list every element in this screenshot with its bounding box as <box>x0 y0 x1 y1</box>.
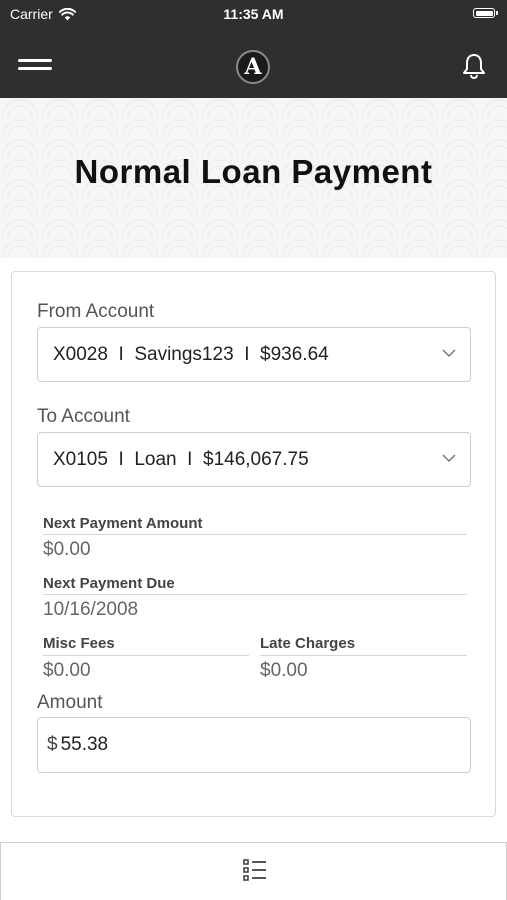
payment-form-card: From Account X0028 I Savings123 I $936.6… <box>11 271 496 817</box>
next-payment-amount-label: Next Payment Amount <box>43 515 203 532</box>
chevron-down-icon <box>442 349 456 358</box>
logo-letter: A <box>244 54 262 80</box>
next-payment-amount-value: $0.00 <box>43 539 91 560</box>
currency-symbol: $ <box>47 734 58 755</box>
late-charges-value: $0.00 <box>260 660 308 681</box>
divider <box>43 594 467 595</box>
amount-input[interactable]: $ 55.38 <box>37 717 471 773</box>
amount-label: Amount <box>37 692 103 713</box>
list-icon[interactable] <box>242 857 268 883</box>
divider <box>260 655 467 656</box>
to-account-select[interactable]: X0105 I Loan I $146,067.75 <box>37 432 471 487</box>
amount-value: 55.38 <box>60 734 109 755</box>
next-payment-due-value: 10/16/2008 <box>43 599 139 620</box>
chevron-down-icon <box>442 454 456 463</box>
bell-icon[interactable] <box>460 52 488 80</box>
app-logo: A <box>236 50 270 84</box>
to-account-label: To Account <box>37 406 130 427</box>
to-account-value: X0105 I Loan I $146,067.75 <box>53 448 309 470</box>
divider <box>43 534 467 535</box>
bottom-bar <box>0 842 507 900</box>
page-title: Normal Loan Payment <box>74 153 433 190</box>
misc-fees-label: Misc Fees <box>43 635 115 652</box>
from-account-value: X0028 I Savings123 I $936.64 <box>53 343 329 365</box>
next-payment-due-label: Next Payment Due <box>43 575 175 592</box>
status-bar: Carrier 11:35 AM <box>0 0 507 30</box>
status-time: 11:35 AM <box>223 6 284 22</box>
divider <box>43 655 249 656</box>
page-header: Normal Loan Payment <box>0 98 507 258</box>
hamburger-menu-icon[interactable] <box>18 59 54 73</box>
misc-fees-value: $0.00 <box>43 660 91 681</box>
battery-icon <box>473 8 498 18</box>
nav-bar: A <box>0 30 507 98</box>
late-charges-label: Late Charges <box>260 635 356 652</box>
from-account-label: From Account <box>37 301 155 322</box>
from-account-select[interactable]: X0028 I Savings123 I $936.64 <box>37 327 471 382</box>
